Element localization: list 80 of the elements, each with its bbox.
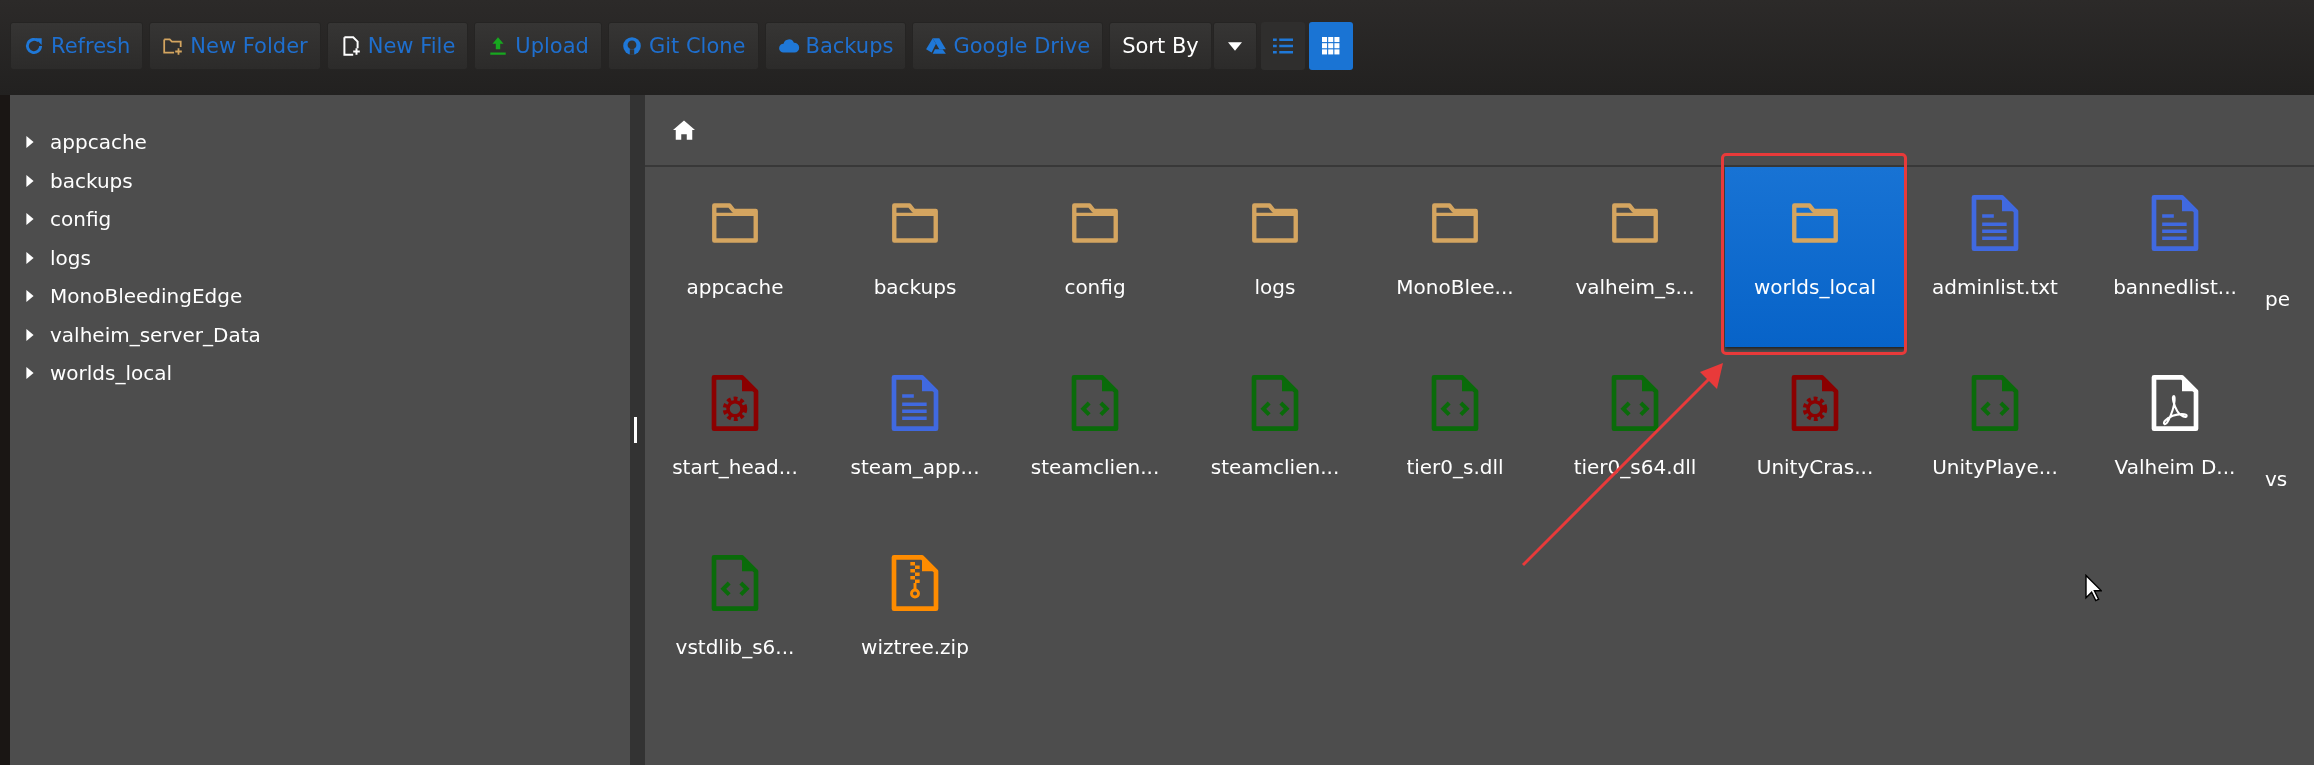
file-item[interactable]: steamclien... <box>1005 347 1185 527</box>
file-item[interactable]: appcache <box>645 167 825 347</box>
caret-right-icon[interactable] <box>26 213 34 226</box>
grid-view-button[interactable] <box>1308 22 1353 70</box>
drive-icon <box>925 35 948 57</box>
zip-file-icon <box>891 555 939 611</box>
file-item[interactable]: config <box>1005 167 1185 347</box>
file-item[interactable]: backups <box>825 167 1005 347</box>
github-icon <box>620 35 643 57</box>
file-name: appcache <box>686 275 784 299</box>
gear-file-icon <box>711 375 759 431</box>
tree-item[interactable]: valheim_server_Data <box>50 322 261 347</box>
tree-item[interactable]: backups <box>50 168 133 193</box>
tree-item[interactable]: config <box>50 207 112 232</box>
file-name: bannedlist... <box>2113 275 2237 299</box>
file-item[interactable]: steam_app... <box>825 347 1005 527</box>
file-name: steamclien... <box>1210 455 1340 479</box>
file-name: logs <box>1254 275 1296 299</box>
list-icon <box>1272 37 1293 55</box>
file-item[interactable]: logs <box>1185 167 1365 347</box>
caret-right-icon[interactable] <box>26 367 34 380</box>
sort-dropdown[interactable] <box>1212 22 1257 70</box>
file-item[interactable]: UnityPlaye... <box>1905 347 2085 527</box>
file-item[interactable]: valheim_s... <box>1545 167 1725 347</box>
caret-right-icon[interactable] <box>26 136 34 149</box>
code-file-icon <box>711 555 759 611</box>
refresh-icon <box>23 35 45 57</box>
caret-right-icon[interactable] <box>26 251 34 264</box>
code-file-icon <box>1071 375 1119 431</box>
code-file-icon <box>1431 375 1479 431</box>
list-view-button[interactable] <box>1260 22 1305 70</box>
file-name: wiztree.zip <box>861 635 969 659</box>
file-item[interactable]: steamclien... <box>1185 347 1365 527</box>
document-icon <box>2151 195 2199 251</box>
file-name: backups <box>873 275 957 299</box>
code-file-icon <box>1251 375 1299 431</box>
file-name: MonoBlee... <box>1396 275 1514 299</box>
file-name: Valheim D... <box>2114 455 2236 479</box>
file-item[interactable]: adminlist.txt <box>1905 167 2085 347</box>
tree-item[interactable]: MonoBleedingEdge <box>50 284 243 309</box>
file-item[interactable]: Valheim D... <box>2085 347 2265 527</box>
caret-right-icon[interactable] <box>26 290 34 303</box>
file-name: vs <box>2265 467 2288 491</box>
file-item[interactable]: vstdlib_s6... <box>645 527 825 707</box>
file-name: tier0_s.dll <box>1406 455 1504 479</box>
grid-icon <box>1320 37 1341 55</box>
tree-item[interactable]: worlds_local <box>50 361 173 386</box>
document-icon <box>891 375 939 431</box>
file-item[interactable]: wiztree.zip <box>825 527 1005 707</box>
caret-icon <box>1227 41 1242 51</box>
file-name: UnityPlaye... <box>1932 455 2058 479</box>
file-name: steamclien... <box>1030 455 1160 479</box>
mouse-cursor-icon <box>2084 574 2102 602</box>
file-item[interactable]: worlds_local <box>1725 167 1905 347</box>
tree-item[interactable]: appcache <box>50 130 147 155</box>
splitter-handle[interactable] <box>630 95 645 765</box>
file-name: worlds_local <box>1753 275 1877 299</box>
home-icon[interactable] <box>673 120 695 140</box>
tree-item[interactable]: logs <box>50 245 91 270</box>
file-name: steam_app... <box>850 455 980 479</box>
file-name: pe <box>2265 287 2290 311</box>
pdf-file-icon <box>2151 375 2199 431</box>
file-item[interactable]: start_head... <box>645 347 825 527</box>
caret-right-icon[interactable] <box>26 328 34 341</box>
sort-button[interactable]: Sort By <box>1109 22 1212 70</box>
file-item[interactable]: MonoBlee... <box>1365 167 1545 347</box>
file-item[interactable]: tier0_s.dll <box>1365 347 1545 527</box>
document-icon <box>1971 195 2019 251</box>
file-name: start_head... <box>672 455 798 479</box>
file-item[interactable]: UnityCras... <box>1725 347 1905 527</box>
code-file-icon <box>1971 375 2019 431</box>
file-name: UnityCras... <box>1756 455 1874 479</box>
file-item[interactable]: bannedlist... <box>2085 167 2265 347</box>
code-file-icon <box>1611 375 1659 431</box>
file-name: vstdlib_s6... <box>675 635 795 659</box>
file-name: adminlist.txt <box>1932 275 2058 299</box>
gear-file-icon <box>1791 375 1839 431</box>
file-name: valheim_s... <box>1575 275 1695 299</box>
caret-right-icon[interactable] <box>26 174 34 187</box>
file-name: config <box>1064 275 1126 299</box>
